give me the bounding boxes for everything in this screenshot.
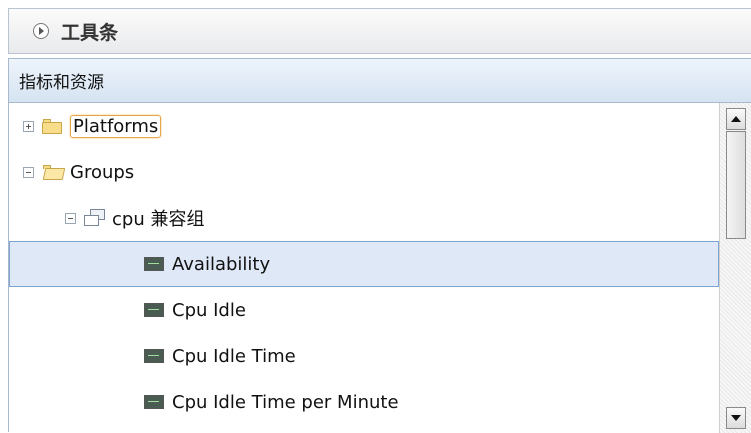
tree-node-label[interactable]: Groups bbox=[70, 162, 134, 183]
folder-open-icon bbox=[42, 164, 66, 180]
collapse-minus-icon[interactable] bbox=[23, 166, 34, 178]
expand-toggle-icon[interactable] bbox=[33, 23, 49, 39]
metric-chart-icon bbox=[144, 395, 164, 409]
tree-node-label[interactable]: Availability bbox=[172, 254, 270, 275]
tree-node-groups[interactable]: Groups bbox=[9, 149, 719, 195]
collapse-minus-icon[interactable] bbox=[65, 212, 76, 224]
tree-node-metric-cpu-idle[interactable]: Cpu Idle bbox=[9, 287, 719, 333]
tree-node-label[interactable]: Cpu Idle Time per Minute bbox=[172, 392, 399, 413]
toolbar-title: 工具条 bbox=[61, 21, 119, 44]
scroll-thumb[interactable] bbox=[726, 131, 746, 239]
folder-icon bbox=[42, 118, 62, 134]
tree-node-label[interactable]: Cpu Idle bbox=[172, 300, 246, 321]
tree-node-platforms[interactable]: Platforms bbox=[9, 103, 719, 149]
scroll-up-button[interactable] bbox=[726, 108, 746, 130]
resource-tree: Platforms Groups cpu 兼容组 Availability Cp… bbox=[9, 103, 719, 433]
metrics-resources-panel: 指标和资源 Platforms Groups cpu 兼容组 Availabil… bbox=[8, 58, 751, 433]
metric-chart-icon bbox=[144, 349, 164, 363]
tree-node-label[interactable]: Platforms bbox=[70, 114, 162, 138]
tool-window: 工具条 指标和资源 Platforms Groups cpu 兼容组 Avail… bbox=[0, 0, 751, 433]
panel-title: 指标和资源 bbox=[9, 59, 751, 103]
tree-node-cpu-group[interactable]: cpu 兼容组 bbox=[9, 195, 719, 241]
scroll-down-button[interactable] bbox=[726, 407, 746, 429]
toolbar-header[interactable]: 工具条 bbox=[8, 8, 751, 54]
metric-chart-icon bbox=[144, 257, 164, 271]
expand-plus-icon[interactable] bbox=[23, 120, 34, 132]
tree-node-label[interactable]: cpu 兼容组 bbox=[112, 205, 204, 231]
tree-node-metric-cpu-idle-time[interactable]: Cpu Idle Time bbox=[9, 333, 719, 379]
group-windows-icon bbox=[84, 209, 106, 227]
tree-node-metric-cpu-idle-time-per-minute[interactable]: Cpu Idle Time per Minute bbox=[9, 379, 719, 425]
metric-chart-icon bbox=[144, 303, 164, 317]
vertical-scrollbar[interactable] bbox=[719, 103, 751, 433]
tree-node-metric-availability[interactable]: Availability bbox=[9, 241, 719, 287]
tree-node-label[interactable]: Cpu Idle Time bbox=[172, 346, 296, 367]
